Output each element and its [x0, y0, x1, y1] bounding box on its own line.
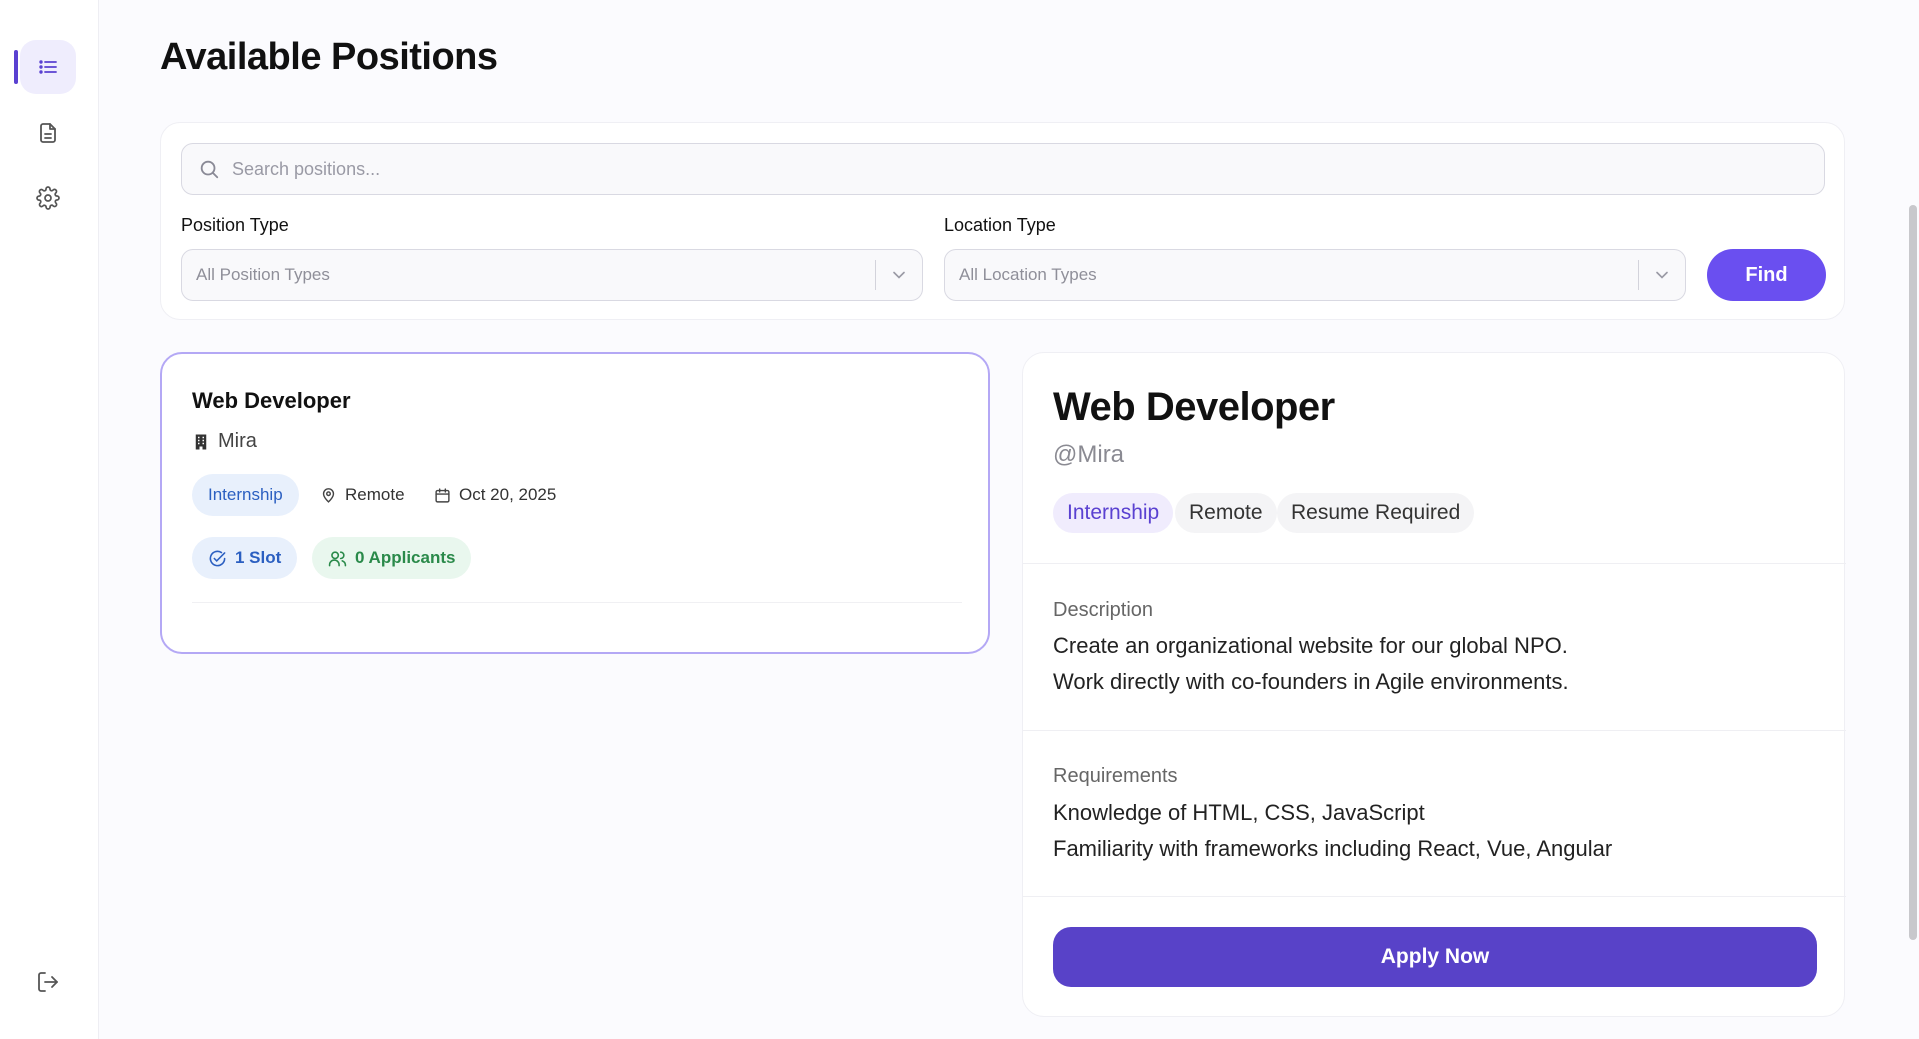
- scrollbar-thumb[interactable]: [1909, 205, 1917, 940]
- type-badge: Internship: [192, 474, 299, 516]
- list-icon: [39, 60, 57, 74]
- check-circle-icon: [209, 550, 226, 566]
- find-button[interactable]: Find: [1707, 249, 1826, 301]
- page-scrollbar[interactable]: [1907, 0, 1919, 1039]
- search-icon: [200, 160, 219, 179]
- position-type-label: Position Type: [181, 215, 289, 235]
- requirement-line: Knowledge of HTML, CSS, JavaScript: [1053, 800, 1425, 825]
- job-detail-panel: Web Developer @Mira Internship Remote Re…: [1022, 352, 1846, 1017]
- document-icon: [40, 123, 56, 143]
- sidebar-item-positions[interactable]: [14, 40, 76, 94]
- tag-resume-required: Resume Required: [1277, 493, 1475, 533]
- requirements-label: Requirements: [1053, 765, 1178, 787]
- location-text: Remote: [345, 485, 405, 504]
- apply-now-button[interactable]: Apply Now: [1053, 927, 1817, 987]
- chevron-down-icon: [1639, 265, 1685, 285]
- description-line: Create an organizational website for our…: [1053, 633, 1568, 658]
- date-text: Oct 20, 2025: [459, 485, 557, 504]
- sidebar-item-settings[interactable]: [20, 171, 76, 225]
- tag-internship: Internship: [1053, 493, 1174, 533]
- tag-remote: Remote: [1175, 493, 1277, 533]
- location-meta: Remote: [320, 485, 405, 505]
- company-name: Mira: [218, 430, 257, 452]
- app-root: Available Positions Position Type All Po…: [0, 0, 1919, 1039]
- search-input[interactable]: [232, 158, 1792, 180]
- chevron-down-icon: [876, 265, 922, 285]
- page-title: Available Positions: [160, 36, 498, 78]
- position-type-value: All Position Types: [196, 265, 330, 284]
- divider: [1023, 730, 1846, 731]
- job-card[interactable]: Web Developer Mira Internship Remote Oct…: [160, 352, 990, 654]
- slots-badge: 1 Slot: [192, 537, 298, 579]
- logout-icon: [38, 972, 58, 992]
- job-title: Web Developer: [192, 388, 351, 413]
- date-meta: Oct 20, 2025: [434, 485, 556, 505]
- description-text: Create an organizational website for our…: [1053, 628, 1569, 700]
- map-pin-icon: [322, 487, 335, 503]
- job-company: Mira: [192, 430, 257, 453]
- detail-company-handle: @Mira: [1053, 441, 1125, 468]
- applicants-badge: 0 Applicants: [312, 537, 472, 579]
- location-type-label: Location Type: [944, 215, 1056, 235]
- requirement-line: Familiarity with frameworks including Re…: [1053, 836, 1613, 861]
- users-icon: [328, 550, 347, 566]
- position-type-select[interactable]: All Position Types: [181, 249, 923, 301]
- search-box[interactable]: [181, 143, 1825, 195]
- applicants-text: 0 Applicants: [355, 548, 456, 567]
- detail-title: Web Developer: [1053, 385, 1335, 429]
- description-line: Work directly with co-founders in Agile …: [1053, 669, 1569, 694]
- location-type-value: All Location Types: [959, 265, 1097, 284]
- building-icon: [195, 434, 207, 449]
- divider: [1023, 896, 1846, 897]
- logout-button[interactable]: [20, 955, 76, 1009]
- description-label: Description: [1053, 599, 1154, 621]
- location-type-select[interactable]: All Location Types: [944, 249, 1686, 301]
- divider: [1023, 563, 1846, 564]
- sidebar-item-applications[interactable]: [20, 106, 76, 160]
- slots-text: 1 Slot: [235, 548, 282, 567]
- filter-panel: Position Type All Position Types Locatio…: [160, 122, 1845, 320]
- gear-icon: [36, 186, 60, 210]
- calendar-icon: [435, 487, 450, 503]
- requirements-text: Knowledge of HTML, CSS, JavaScript Famil…: [1053, 795, 1612, 867]
- card-divider: [192, 602, 962, 603]
- sidebar: [0, 0, 99, 1039]
